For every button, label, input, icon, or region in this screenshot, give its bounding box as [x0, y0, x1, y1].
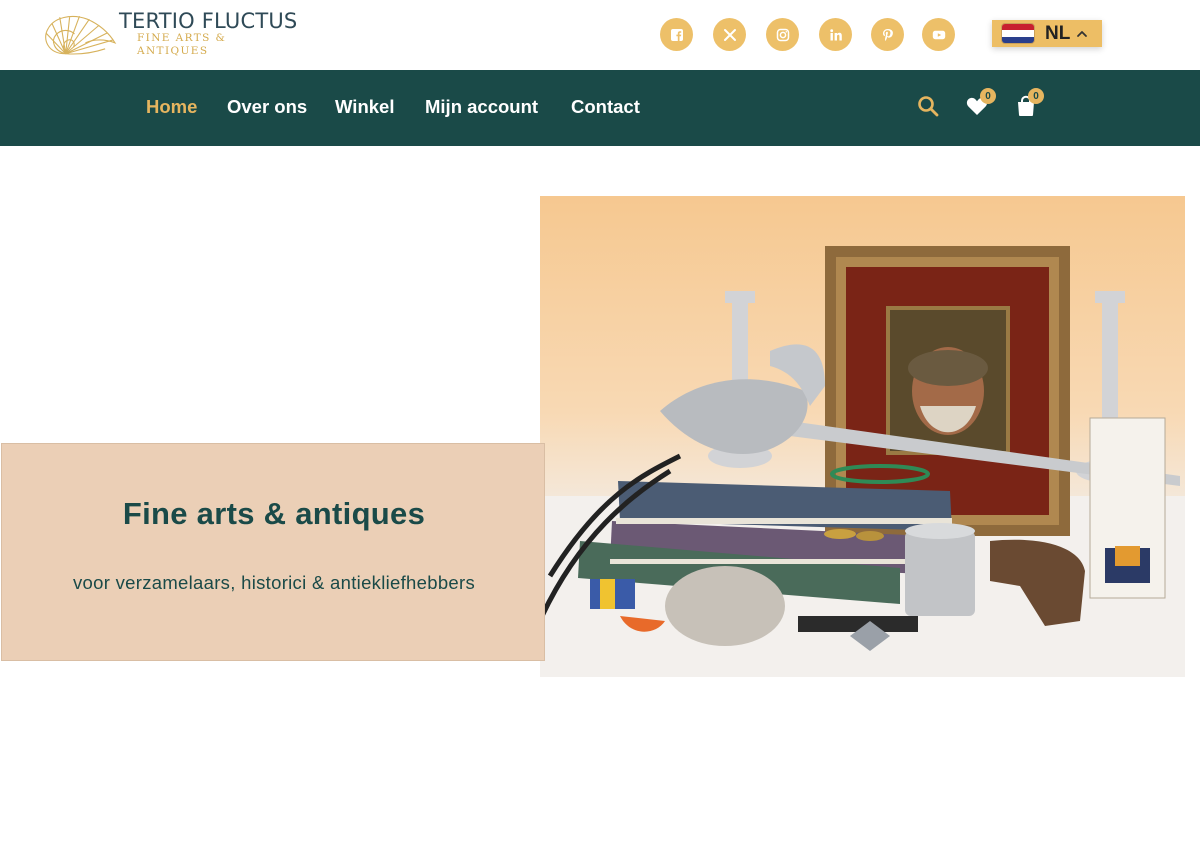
brand-title: TERTIO FLUCTUS [118, 9, 298, 33]
pinterest-link[interactable] [871, 18, 904, 51]
youtube-icon [932, 30, 945, 39]
nautilus-shell-icon [45, 16, 117, 55]
nav-item-home[interactable]: Home [146, 96, 197, 118]
chevron-up-icon [1077, 30, 1088, 37]
search-button[interactable] [916, 94, 940, 118]
cart-count-badge: 0 [1028, 88, 1044, 104]
antiques-still-life-illustration [540, 246, 1185, 677]
nav-item-winkel[interactable]: Winkel [335, 96, 394, 118]
nav-item-mijn-account[interactable]: Mijn account [425, 96, 538, 118]
linkedin-icon [829, 28, 842, 40]
instagram-link[interactable] [766, 18, 799, 51]
pinterest-icon [882, 28, 893, 41]
netherlands-flag-icon [1001, 23, 1035, 44]
hero-antiques-image [540, 196, 1185, 677]
nav-item-contact[interactable]: Contact [571, 96, 640, 118]
hero-subtitle: voor verzamelaars, historici & antieklie… [72, 572, 476, 593]
brand-text: TERTIO FLUCTUS FINE ARTS & ANTIQUES [119, 10, 300, 58]
nav-item-over-ons[interactable]: Over ons [227, 96, 307, 118]
x-link[interactable] [713, 18, 746, 51]
hero-text-box: Fine arts & antiques voor verzamelaars, … [1, 443, 545, 661]
language-switcher[interactable]: NL [992, 20, 1102, 47]
main-navigation: Home Over ons Winkel Mijn account Contac… [0, 70, 1200, 146]
facebook-icon [670, 28, 683, 41]
brand-logo[interactable]: TERTIO FLUCTUS FINE ARTS & ANTIQUES [40, 8, 300, 60]
x-icon [723, 28, 736, 41]
language-code: NL [1045, 22, 1071, 44]
hero-title: Fine arts & antiques [122, 496, 426, 531]
top-bar: TERTIO FLUCTUS FINE ARTS & ANTIQUES NL [0, 0, 1200, 70]
brand-subtitle: FINE ARTS & ANTIQUES [136, 32, 227, 57]
facebook-link[interactable] [660, 18, 693, 51]
cart-button[interactable]: 0 [1014, 88, 1044, 118]
wishlist-button[interactable]: 0 [965, 88, 996, 118]
instagram-icon [776, 28, 789, 41]
youtube-link[interactable] [922, 18, 955, 51]
linkedin-link[interactable] [819, 18, 852, 51]
wishlist-count-badge: 0 [980, 88, 996, 104]
search-icon [918, 96, 939, 117]
